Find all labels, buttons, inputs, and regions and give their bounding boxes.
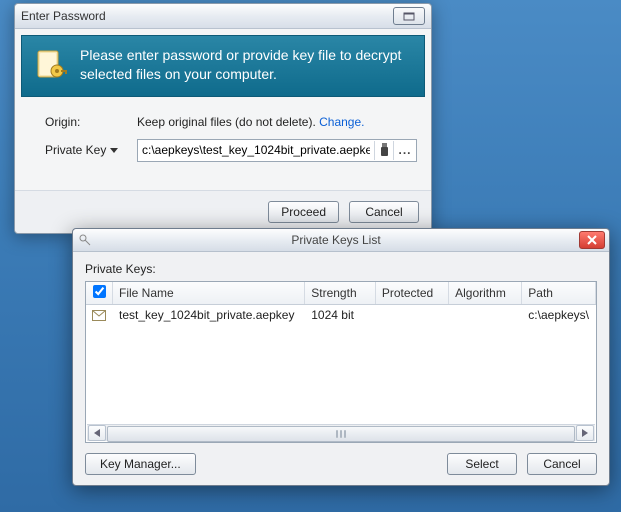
proceed-button[interactable]: Proceed [268, 201, 339, 223]
col-strength[interactable]: Strength [305, 282, 376, 305]
col-file[interactable]: File Name [113, 282, 305, 305]
banner: Please enter password or provide key fil… [21, 35, 425, 97]
usb-icon [379, 143, 390, 157]
col-path[interactable]: Path [522, 282, 596, 305]
private-key-input[interactable] [138, 141, 374, 160]
private-key-field: ... [137, 139, 417, 162]
table-row[interactable]: test_key_1024bit_private.aepkey 1024 bit… [86, 305, 596, 326]
chevron-right-icon [582, 429, 588, 437]
cancel-button[interactable]: Cancel [349, 201, 419, 223]
key-manager-button[interactable]: Key Manager... [85, 453, 196, 475]
private-keys-list-dialog: Private Keys List Private Keys: File Nam… [72, 228, 610, 486]
cell-file: test_key_1024bit_private.aepkey [113, 305, 305, 326]
dialog-titlebar[interactable]: Enter Password [15, 4, 431, 29]
keys-table: File Name Strength Protected Algorithm P… [86, 282, 596, 325]
origin-change-link[interactable]: Change. [319, 115, 364, 129]
enter-password-dialog: Enter Password Please enter password or … [14, 3, 432, 234]
select-all-checkbox[interactable] [93, 285, 106, 298]
chevron-down-icon [110, 148, 118, 153]
private-key-label-text: Private Key [45, 143, 106, 157]
dialog1-button-bar: Proceed Cancel [15, 191, 431, 233]
cell-protected [375, 305, 448, 326]
close-button[interactable] [393, 7, 425, 25]
scroll-left-button[interactable] [88, 425, 106, 441]
dialog2-body: Private Keys: File Name Strength Protect… [73, 252, 609, 485]
banner-text: Please enter password or provide key fil… [80, 46, 412, 84]
usb-device-button[interactable] [374, 141, 393, 160]
dialog2-titlebar[interactable]: Private Keys List [73, 229, 609, 252]
form-area: Origin: Keep original files (do not dele… [15, 97, 431, 180]
private-key-label[interactable]: Private Key [45, 143, 137, 157]
select-button[interactable]: Select [447, 453, 517, 475]
origin-text: Keep original files (do not delete). [137, 115, 319, 129]
scroll-thumb[interactable] [107, 426, 575, 442]
chevron-left-icon [94, 429, 100, 437]
list-label: Private Keys: [85, 262, 597, 276]
dialog2-title: Private Keys List [93, 233, 579, 247]
key-lock-icon [34, 48, 68, 82]
col-algorithm[interactable]: Algorithm [449, 282, 522, 305]
cell-path: c:\aepkeys\ [522, 305, 596, 326]
app-icon [77, 234, 93, 246]
close-icon [587, 235, 597, 245]
spacer [206, 453, 437, 475]
scroll-right-button[interactable] [576, 425, 594, 441]
close-icon [403, 12, 415, 21]
grip-icon [332, 430, 350, 438]
origin-label: Origin: [45, 115, 137, 129]
cell-strength: 1024 bit [305, 305, 376, 326]
cell-algorithm [449, 305, 522, 326]
close-button[interactable] [579, 231, 605, 249]
origin-value: Keep original files (do not delete). Cha… [137, 115, 364, 129]
browse-button[interactable]: ... [393, 141, 416, 160]
horizontal-scrollbar[interactable] [87, 424, 595, 441]
cancel-button[interactable]: Cancel [527, 453, 597, 475]
key-file-icon [92, 310, 106, 321]
select-all-header[interactable] [86, 282, 113, 305]
scroll-track[interactable] [107, 426, 575, 440]
dialog-title: Enter Password [21, 4, 393, 28]
col-protected[interactable]: Protected [375, 282, 448, 305]
dialog2-button-bar: Key Manager... Select Cancel [85, 453, 597, 475]
keys-table-wrap: File Name Strength Protected Algorithm P… [85, 281, 597, 443]
table-header-row: File Name Strength Protected Algorithm P… [86, 282, 596, 305]
